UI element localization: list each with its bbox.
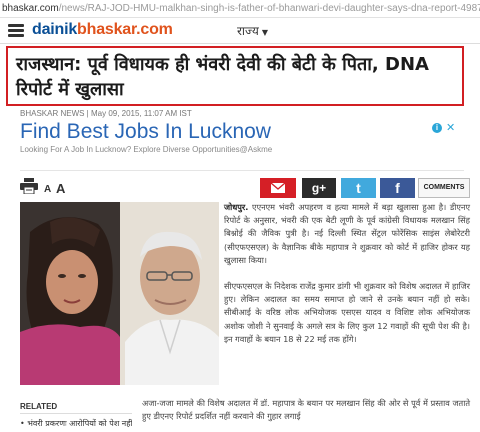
close-icon[interactable]: ✕: [446, 121, 455, 134]
email-share-button[interactable]: [260, 178, 296, 198]
print-icon[interactable]: [20, 178, 38, 195]
article-body: जोधपुर. एएनएम भंवरी अपहरण व हत्या मामले …: [224, 201, 470, 359]
advertisement[interactable]: Find Best Jobs In Lucknow Looking For A …: [20, 119, 464, 157]
address-bar[interactable]: bhaskar.com/news/RAJ-JOD-HMU-malkhan-sin…: [0, 0, 480, 18]
article-paragraph-3: अजा-जजा मामले की विशेष अदालत में डॉ. महा…: [142, 398, 470, 421]
ad-choices-badge[interactable]: i ✕: [432, 121, 462, 135]
ad-subtitle: Looking For A Job In Lucknow? Explore Di…: [20, 145, 273, 154]
info-icon[interactable]: i: [432, 123, 442, 133]
font-increase-button[interactable]: A: [56, 181, 65, 196]
facebook-icon: f: [395, 180, 400, 196]
article-paragraph-2: सीएफएसएल के निदेशक राजेंद्र कुमार डांगी …: [224, 281, 470, 344]
related-heading: RELATED: [20, 402, 132, 414]
logo-text-bhaskar: bhaskar.com: [77, 21, 173, 38]
divider: [20, 170, 464, 171]
mail-icon: [270, 182, 286, 193]
facebook-share-button[interactable]: f: [380, 178, 415, 198]
gplus-share-button[interactable]: g+: [302, 178, 336, 198]
article-headline: राजस्थान: पूर्व विधायक ही भंवरी देवी की …: [16, 54, 429, 100]
hamburger-menu-icon[interactable]: [8, 24, 24, 37]
chevron-down-icon: ▼: [261, 28, 268, 37]
headline-box: राजस्थान: पूर्व विधायक ही भंवरी देवी की …: [6, 46, 464, 106]
twitter-share-button[interactable]: t: [341, 178, 376, 198]
comments-button[interactable]: COMMENTS: [418, 178, 470, 198]
twitter-icon: t: [356, 180, 361, 196]
article-meta: BHASKAR NEWS | May 09, 2015, 11:07 AM IS…: [20, 109, 192, 118]
state-dropdown-label: राज्य: [237, 24, 259, 38]
related-link-text: भंवरी प्रकरणः आरोपियों को पेश नहीं: [27, 419, 132, 428]
logo-text-dainik: dainik: [32, 21, 78, 38]
related-section: RELATED • भंवरी प्रकरणः आरोपियों को पेश …: [20, 402, 132, 429]
state-dropdown[interactable]: राज्य ▼: [237, 22, 268, 39]
site-logo[interactable]: dainikbhaskar.com: [32, 21, 173, 39]
gplus-icon: g+: [311, 181, 327, 195]
site-header: dainikbhaskar.com राज्य ▼: [0, 18, 480, 44]
ad-title[interactable]: Find Best Jobs In Lucknow: [20, 119, 464, 145]
article-paragraph-1: जोधपुर. एएनएम भंवरी अपहरण व हत्या मामले …: [224, 201, 470, 267]
url-domain: bhaskar.com: [2, 3, 59, 14]
font-decrease-button[interactable]: A: [44, 184, 51, 195]
article-photo: [20, 202, 219, 385]
paragraph-1-text: एएनएम भंवरी अपहरण व हत्या मामले में बड़ा…: [224, 202, 470, 265]
url-path: /news/RAJ-JOD-HMU-malkhan-singh-is-fathe…: [58, 3, 480, 14]
related-link[interactable]: • भंवरी प्रकरणः आरोपियों को पेश नहीं: [20, 418, 132, 429]
dateline: जोधपुर.: [224, 202, 249, 212]
